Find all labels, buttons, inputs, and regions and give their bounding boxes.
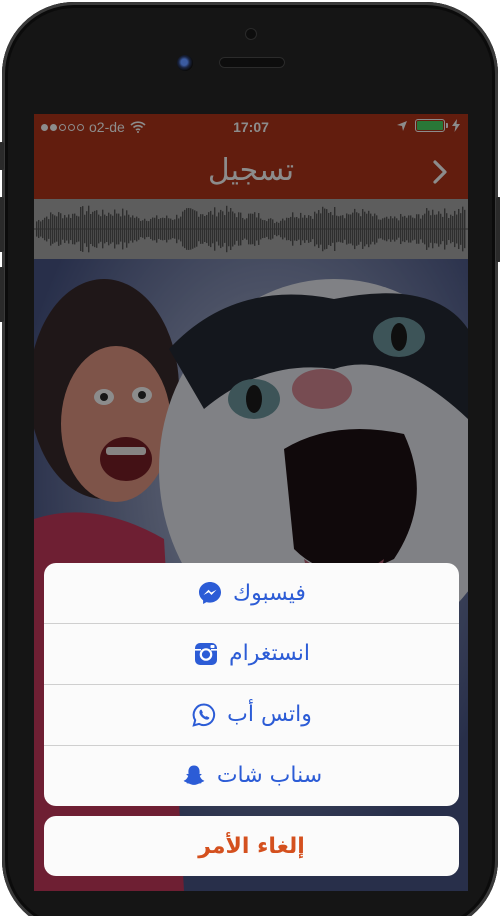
share-facebook-label: فيسبوك xyxy=(233,580,306,606)
instagram-icon xyxy=(193,641,219,667)
cancel-button[interactable]: إلغاء الأمر xyxy=(44,816,459,876)
volume-up-button xyxy=(0,197,4,252)
share-instagram-button[interactable]: انستغرام xyxy=(44,623,459,683)
app-screen: o2-de 17:07 تسجيل فيسبوك انستغرام واتس أ… xyxy=(34,114,468,891)
mute-switch xyxy=(0,142,4,170)
proximity-sensor xyxy=(246,29,256,39)
share-whatsapp-label: واتس أب xyxy=(227,702,312,727)
share-instagram-label: انستغرام xyxy=(229,641,310,666)
share-whatsapp-button[interactable]: واتس أب xyxy=(44,684,459,744)
messenger-icon xyxy=(197,580,223,606)
share-action-sheet: فيسبوك انستغرام واتس أب سناب شات xyxy=(44,563,459,806)
snapchat-icon xyxy=(181,763,207,789)
whatsapp-icon xyxy=(191,702,217,728)
front-camera xyxy=(177,55,193,71)
power-button xyxy=(496,197,500,262)
volume-down-button xyxy=(0,267,4,322)
share-facebook-button[interactable]: فيسبوك xyxy=(44,563,459,623)
share-snapchat-button[interactable]: سناب شات xyxy=(44,745,459,805)
share-snapchat-label: سناب شات xyxy=(216,763,323,788)
earpiece-speaker xyxy=(219,57,285,68)
